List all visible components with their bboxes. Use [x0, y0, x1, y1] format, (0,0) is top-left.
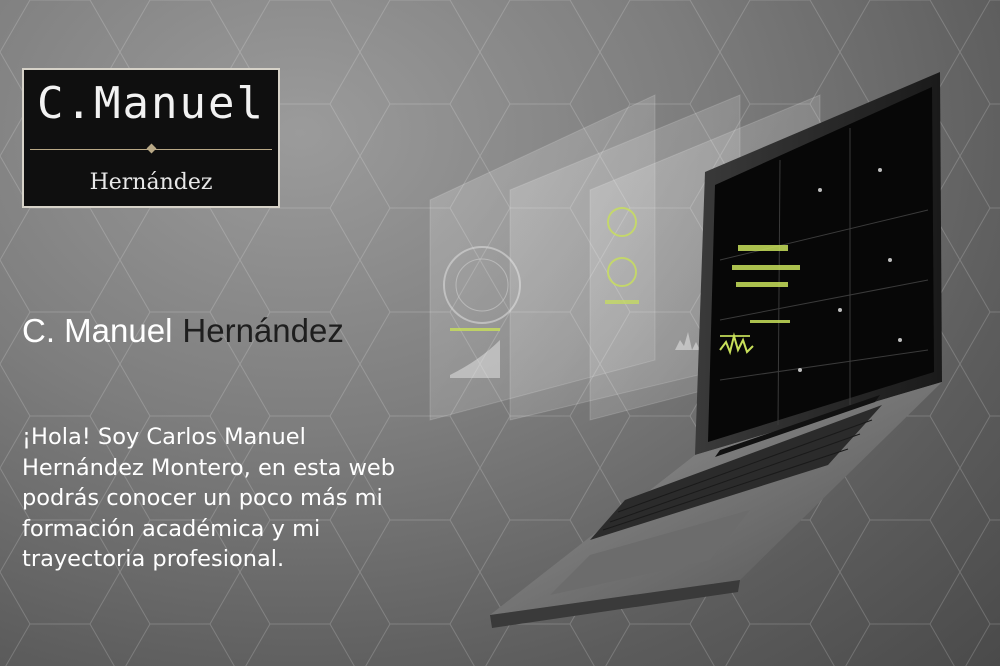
logo-diamond-icon [146, 143, 157, 154]
page-title: C. Manuel Hernández [22, 312, 344, 350]
title-last-part: Hernández [182, 312, 344, 349]
site-logo[interactable]: C.Manuel Hernández [22, 68, 280, 208]
logo-name-bottom: Hernández [89, 170, 213, 195]
laptop-illustration [429, 72, 942, 628]
title-first-part: C. Manuel [22, 312, 173, 349]
intro-paragraph: ¡Hola! Soy Carlos Manuel Hernández Monte… [22, 424, 396, 572]
logo-name-top: C.Manuel [37, 78, 265, 129]
